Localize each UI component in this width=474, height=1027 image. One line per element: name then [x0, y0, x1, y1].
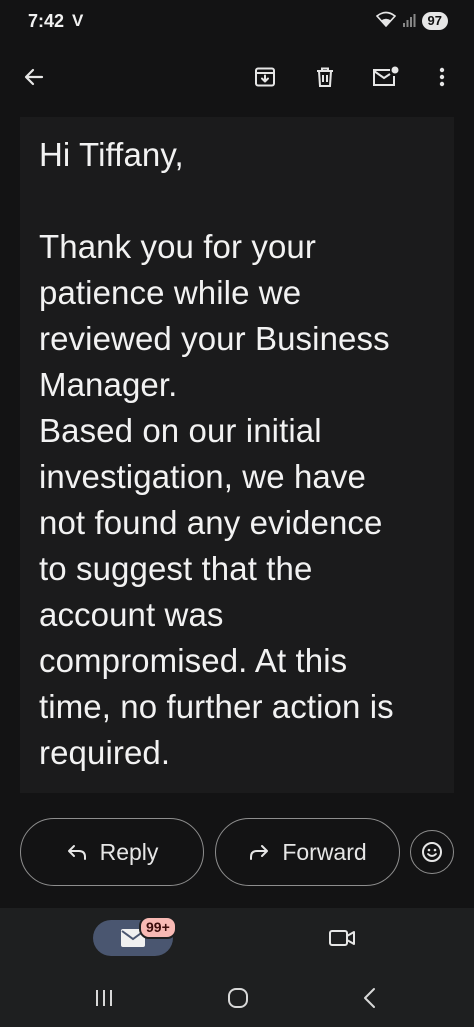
emoji-reaction-button[interactable] — [410, 830, 454, 874]
email-greeting: Hi Tiffany, — [39, 136, 184, 173]
wifi-icon — [375, 11, 396, 32]
body-line: required. — [39, 734, 171, 771]
body-line: Based on our initial — [39, 412, 322, 449]
status-time: 7:42 — [28, 10, 65, 31]
body-line: not found any evidence — [39, 504, 383, 541]
chevron-left-icon — [364, 988, 375, 1008]
body-line: time, no further action is — [39, 688, 394, 725]
body-line: to suggest that the — [39, 550, 313, 587]
signal-icon — [402, 11, 416, 32]
back-nav-button[interactable] — [350, 982, 390, 1014]
delete-button[interactable] — [303, 55, 347, 99]
screen: 7:42 V 97 Hi Tiffany, Thank you for your… — [0, 0, 474, 1027]
body-line: account was — [39, 596, 224, 633]
body-line: reviewed your Business — [39, 320, 390, 357]
system-navigation-bar — [0, 970, 474, 1027]
reply-icon — [67, 845, 86, 860]
email-body: Hi Tiffany, Thank you for your patience … — [20, 117, 454, 793]
body-line: Thank you for your — [39, 228, 316, 265]
carrier-icon: V — [72, 11, 84, 30]
body-line: compromised. At this — [39, 642, 348, 679]
more-vert-icon — [439, 67, 445, 87]
forward-label: Forward — [282, 838, 367, 865]
bottom-navigation: 99+ — [0, 908, 474, 970]
forward-button[interactable]: Forward — [215, 818, 400, 886]
body-line: patience while we — [39, 274, 302, 311]
home-button[interactable] — [218, 982, 258, 1014]
tab-meet[interactable] — [322, 922, 362, 954]
body-line: investigation, we have — [39, 458, 366, 495]
back-arrow-icon — [24, 68, 44, 86]
video-camera-icon — [329, 930, 355, 946]
mark-unread-button[interactable] — [363, 55, 407, 99]
archive-button[interactable] — [243, 55, 287, 99]
recent-apps-button[interactable] — [84, 982, 124, 1014]
delete-icon — [317, 67, 333, 87]
status-bar: 7:42 V 97 — [0, 0, 474, 42]
mark-unread-icon — [373, 66, 399, 86]
battery-indicator: 97 — [421, 12, 448, 30]
status-right: 97 — [375, 11, 448, 32]
top-app-bar — [0, 45, 474, 109]
emoji-icon — [422, 842, 442, 862]
body-line: Manager. — [39, 366, 178, 403]
unread-count-badge: 99+ — [139, 916, 177, 939]
more-options-button[interactable] — [420, 55, 464, 99]
recent-apps-icon — [96, 990, 112, 1006]
reply-button[interactable]: Reply — [20, 818, 204, 886]
forward-icon — [250, 845, 269, 860]
back-button[interactable] — [12, 55, 56, 99]
home-icon — [228, 988, 248, 1008]
action-row: Reply Forward — [0, 818, 474, 890]
reply-label: Reply — [99, 838, 159, 865]
status-left: 7:42 V — [28, 11, 83, 32]
archive-icon — [255, 67, 275, 87]
